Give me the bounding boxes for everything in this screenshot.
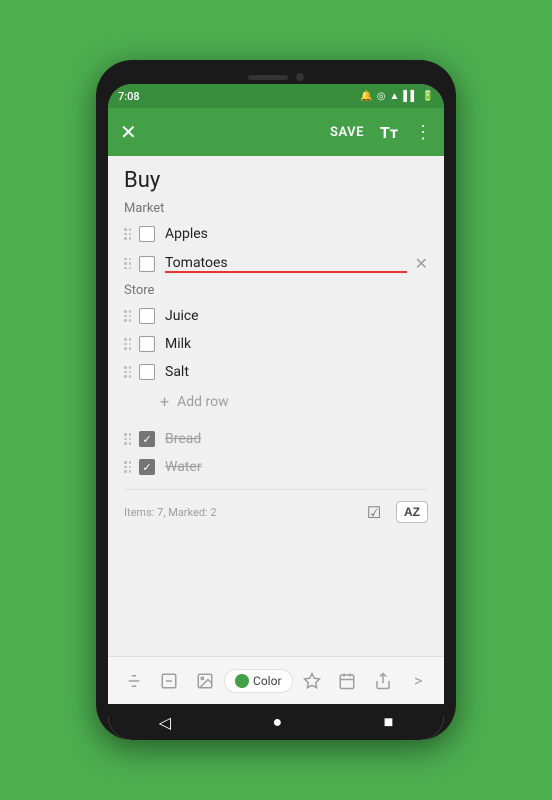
color-label: Color [253, 674, 281, 688]
save-button[interactable]: SAVE [330, 125, 364, 140]
top-bar: ✕ SAVE Tт ⋮ [108, 108, 444, 156]
share-button[interactable] [367, 665, 399, 697]
phone-screen: 7:08 🔔 ◎ ▲ ▌▌ 🔋 ✕ SAVE Tт ⋮ Buy Market [108, 84, 444, 740]
list-item: Milk [124, 330, 428, 358]
list-item: Juice [124, 302, 428, 330]
items-actions: ☑ AZ [360, 498, 428, 526]
item-text-juice[interactable]: Juice [165, 308, 428, 324]
mark-all-button[interactable]: ☑ [360, 498, 388, 526]
checkbox-tomatoes[interactable] [139, 256, 155, 272]
note-title[interactable]: Buy [124, 168, 428, 193]
checkbox-button[interactable] [153, 665, 185, 697]
notification1-icon: 🔔 [360, 91, 372, 102]
list-item: Apples [124, 220, 428, 248]
phone-camera [296, 73, 304, 81]
more-button[interactable]: ⋮ [414, 122, 432, 143]
item-text-water[interactable]: Water [165, 459, 428, 475]
item-text-salt[interactable]: Salt [165, 364, 428, 380]
phone-notch [108, 72, 444, 84]
phone-device: 7:08 🔔 ◎ ▲ ▌▌ 🔋 ✕ SAVE Tт ⋮ Buy Market [96, 60, 456, 740]
star-button[interactable] [296, 665, 328, 697]
drag-handle[interactable] [124, 228, 131, 240]
checkbox-water[interactable] [139, 459, 155, 475]
drag-handle[interactable] [124, 366, 131, 378]
checkbox-milk[interactable] [139, 336, 155, 352]
add-icon: + [160, 392, 169, 411]
drag-handle[interactable] [124, 461, 131, 473]
list-item: Salt [124, 358, 428, 386]
status-bar: 7:08 🔔 ◎ ▲ ▌▌ 🔋 [108, 84, 444, 108]
checkbox-juice[interactable] [139, 308, 155, 324]
delete-tomatoes-button[interactable]: ✕ [415, 254, 428, 273]
items-count-label: Items: 7, Marked: 2 [124, 506, 217, 519]
items-status-bar: Items: 7, Marked: 2 ☑ AZ [124, 489, 428, 534]
list-item: Tomatoes ✕ [124, 248, 428, 279]
item-text-apples[interactable]: Apples [165, 226, 428, 242]
sort-az-button[interactable]: AZ [396, 501, 428, 523]
checkbox-bread[interactable] [139, 431, 155, 447]
wifi-icon: ▲ [389, 91, 399, 102]
status-icons: 🔔 ◎ ▲ ▌▌ 🔋 [360, 91, 434, 102]
section-label-market: Market [124, 201, 428, 216]
recent-button[interactable]: ■ [384, 712, 394, 732]
image-button[interactable] [189, 665, 221, 697]
section-label-store: Store [124, 283, 428, 298]
home-button[interactable]: ● [272, 712, 282, 732]
item-text-bread[interactable]: Bread [165, 431, 428, 447]
calendar-button[interactable] [331, 665, 363, 697]
back-button[interactable]: ◁ [159, 713, 171, 732]
close-button[interactable]: ✕ [120, 120, 137, 144]
drag-handle[interactable] [124, 258, 131, 270]
checkbox-apples[interactable] [139, 226, 155, 242]
item-text-tomatoes[interactable]: Tomatoes [165, 255, 407, 273]
drag-handle[interactable] [124, 433, 131, 445]
status-time: 7:08 [118, 90, 140, 103]
drag-handle[interactable] [124, 338, 131, 350]
checked-section: Bread Water [124, 425, 428, 481]
checkbox-salt[interactable] [139, 364, 155, 380]
note-content: Buy Market Apples [108, 156, 444, 656]
battery-icon: 🔋 [422, 91, 434, 102]
color-circle [235, 674, 249, 688]
font-button[interactable]: Tт [380, 123, 398, 142]
phone-speaker [248, 75, 288, 80]
add-row-label: Add row [177, 394, 229, 410]
drag-handle[interactable] [124, 310, 131, 322]
strikethrough-button[interactable] [118, 665, 150, 697]
signal-icon: ▌▌ [403, 91, 417, 102]
item-text-milk[interactable]: Milk [165, 336, 428, 352]
location-icon: ◎ [377, 91, 386, 102]
list-item: Bread [124, 425, 428, 453]
more-toolbar-button[interactable]: > [402, 665, 434, 697]
nav-bar: ◁ ● ■ [108, 704, 444, 740]
color-button[interactable]: Color [224, 669, 292, 693]
add-row-button[interactable]: + Add row [124, 386, 428, 417]
bottom-toolbar: Color [108, 656, 444, 704]
list-item: Water [124, 453, 428, 481]
